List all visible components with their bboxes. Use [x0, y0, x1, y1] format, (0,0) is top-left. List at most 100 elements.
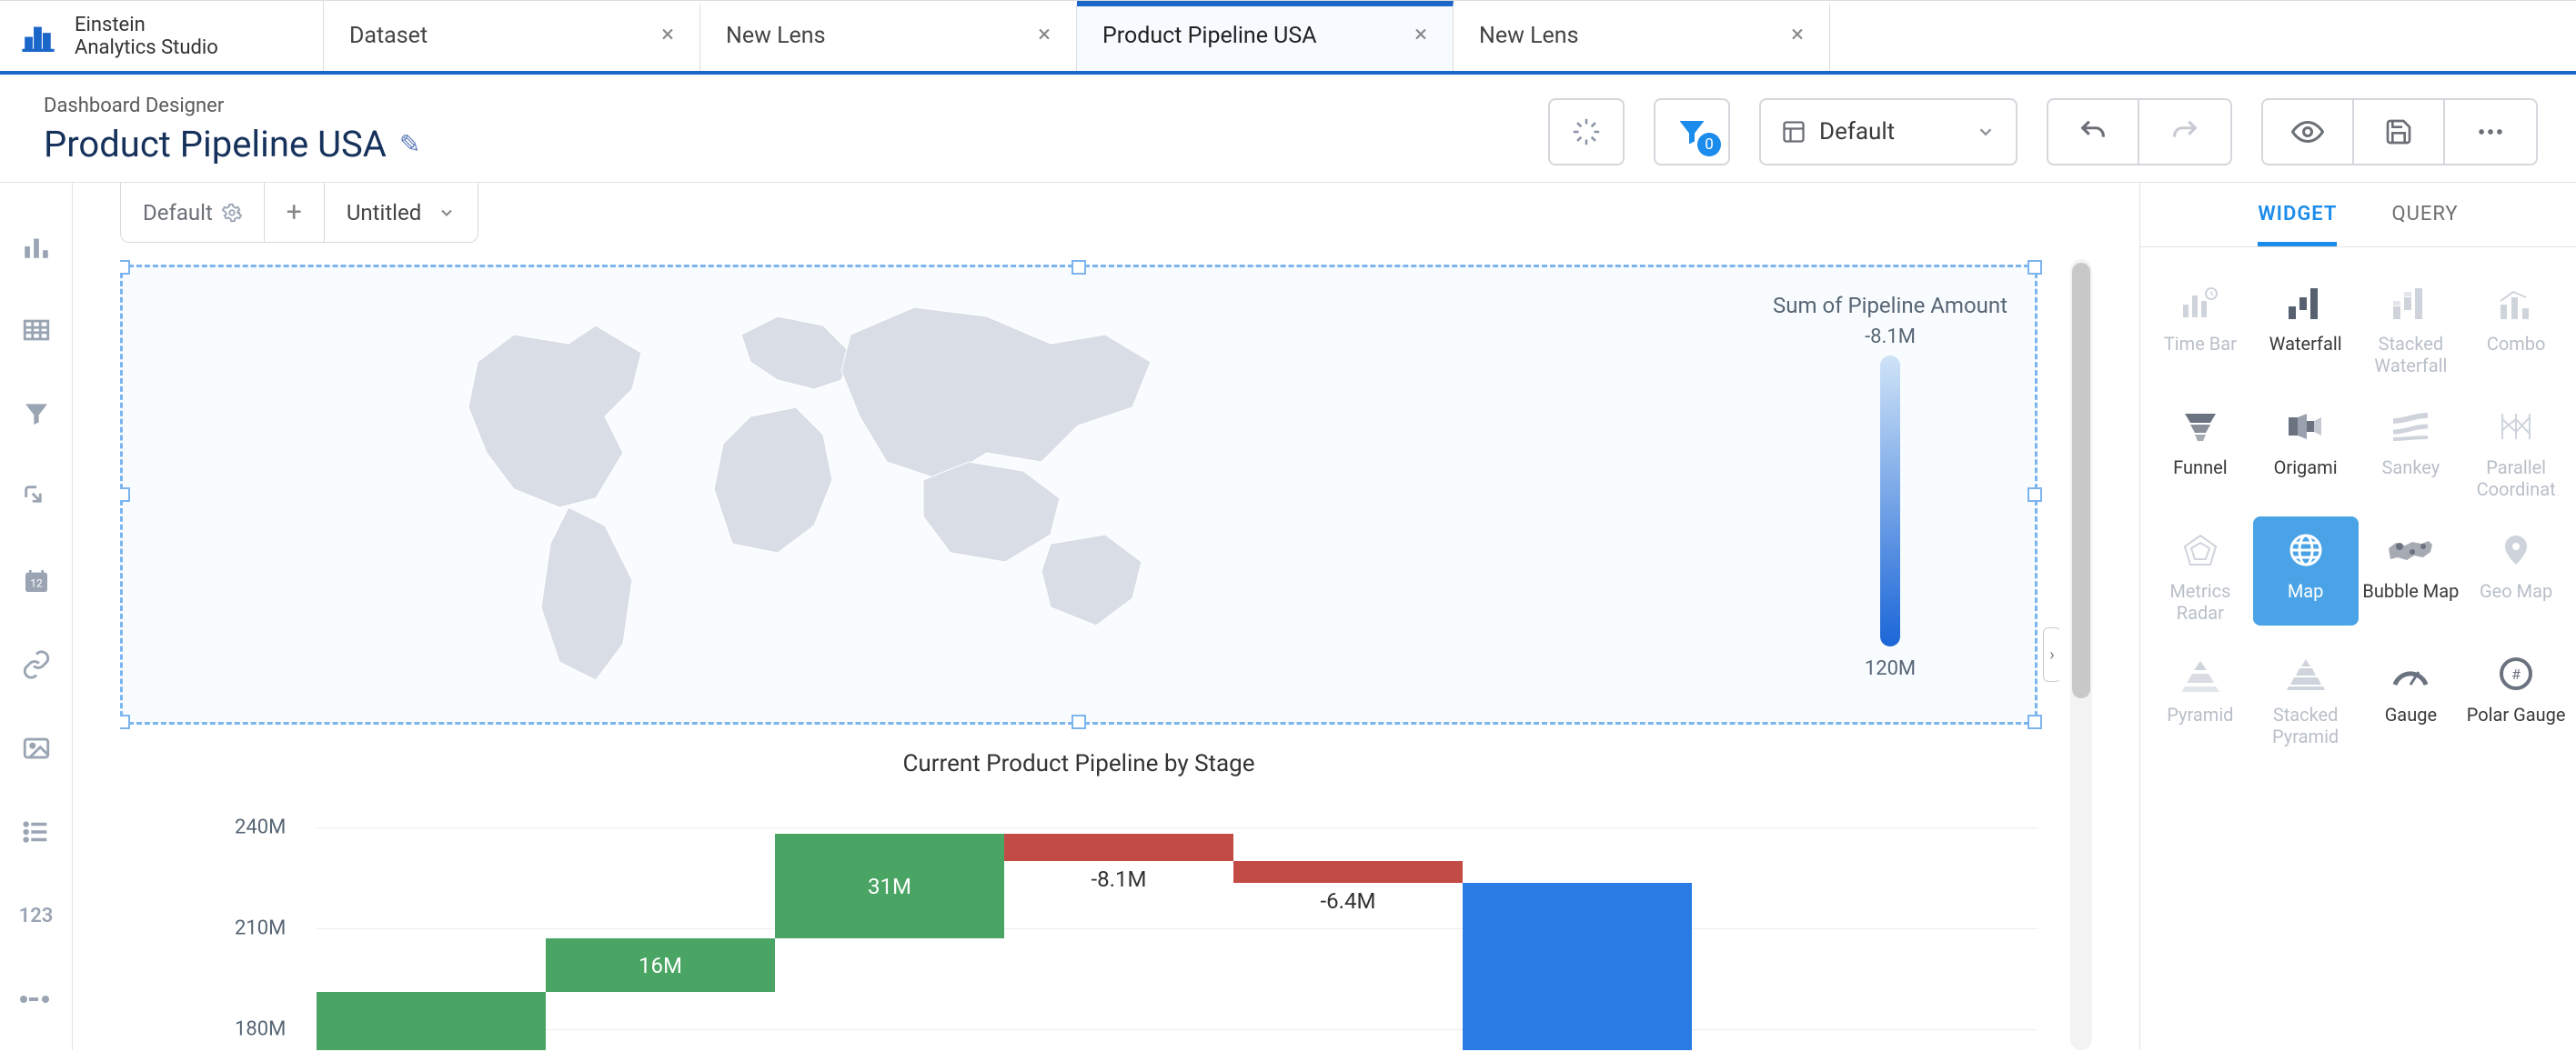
layout-select[interactable]: Default [1759, 98, 2018, 165]
panel-collapse-button[interactable]: › [2043, 627, 2059, 682]
resize-handle[interactable] [2028, 487, 2042, 502]
widget-polar-gauge[interactable]: # Polar Gauge [2463, 640, 2569, 749]
preview-button[interactable] [2263, 100, 2354, 164]
widget-gauge[interactable]: Gauge [2359, 640, 2464, 749]
resize-handle[interactable] [120, 715, 130, 729]
layout-icon [1781, 119, 1806, 145]
waterfall-bar[interactable]: -8.1M [1004, 834, 1233, 861]
resize-handle[interactable] [120, 260, 130, 275]
widget-parallel-coordinates[interactable]: Parallel Coordinat [2463, 393, 2569, 502]
widget-label: Geo Map [2480, 580, 2552, 602]
page-tabs: Default + Untitled [120, 183, 478, 243]
layout-label: Default [1819, 118, 1895, 145]
widget-stacked-waterfall[interactable]: Stacked Waterfall [2359, 269, 2464, 378]
widget-waterfall[interactable]: Waterfall [2253, 269, 2359, 378]
page-title: Product Pipeline USA [44, 123, 387, 165]
widget-bubble-map[interactable]: Bubble Map [2359, 516, 2464, 626]
right-panel: WIDGET QUERY Time Bar Waterfall Stacked … [2139, 183, 2576, 1050]
widget-label: Time Bar [2164, 333, 2237, 355]
view-save-more-group [2261, 98, 2538, 165]
spark-button[interactable] [1548, 98, 1625, 165]
gear-icon[interactable] [222, 203, 242, 223]
close-icon[interactable]: × [1414, 23, 1427, 46]
widget-label: Waterfall [2269, 333, 2342, 355]
widget-label: Funnel [2173, 456, 2227, 478]
widget-origami[interactable]: Origami [2253, 393, 2359, 502]
container-icon[interactable] [18, 479, 55, 516]
widget-label: Pyramid [2167, 704, 2233, 726]
chart-icon[interactable] [18, 228, 55, 265]
close-icon[interactable]: × [1038, 23, 1051, 46]
resize-handle[interactable] [120, 487, 130, 502]
save-button[interactable] [2354, 100, 2445, 164]
axis-tick-label: 240M [235, 817, 286, 839]
breadcrumb[interactable]: Dashboard Designer [44, 95, 420, 117]
tab-label: New Lens [726, 23, 826, 49]
widget-label: Parallel Coordinat [2463, 456, 2569, 500]
tab-dataset[interactable]: Dataset × [324, 1, 700, 71]
bar-value-label: -6.4M [1233, 883, 1463, 914]
widget-funnel[interactable]: Funnel [2148, 393, 2253, 502]
widget-stacked-pyramid[interactable]: Stacked Pyramid [2253, 640, 2359, 749]
svg-text:#: # [2511, 666, 2521, 683]
waterfall-bar[interactable] [317, 992, 546, 1050]
widget-label: Bubble Map [2362, 580, 2459, 602]
filter-icon[interactable] [18, 396, 55, 432]
page-tab-label: Untitled [347, 200, 421, 225]
widget-metrics-radar[interactable]: Metrics Radar [2148, 516, 2253, 626]
resize-handle[interactable] [2028, 715, 2042, 729]
widget-sankey[interactable]: Sankey [2359, 393, 2464, 502]
legend-max: 120M [1773, 657, 2007, 680]
waterfall-widget[interactable]: Current Product Pipeline by Stage 180M21… [120, 750, 2038, 1050]
app-tabbar: Einstein Analytics Studio Dataset × New … [0, 0, 2576, 75]
widget-label: Stacked Pyramid [2253, 704, 2359, 747]
toggle-icon[interactable] [18, 981, 55, 1017]
widget-label: Sankey [2382, 456, 2440, 478]
table-icon[interactable] [18, 312, 55, 348]
filter-button[interactable]: 0 [1654, 98, 1730, 165]
tab-new-lens-1[interactable]: New Lens × [700, 1, 1077, 71]
world-map [414, 271, 1233, 726]
scrollbar-thumb[interactable] [2072, 263, 2090, 698]
waterfall-bar[interactable]: 31M [775, 834, 1004, 938]
waterfall-bar[interactable] [1463, 883, 1692, 1050]
dashboard-canvas[interactable]: Sum of Pipeline Amount -8.1M 120M Curren… [120, 259, 2059, 1050]
tab-query[interactable]: QUERY [2391, 203, 2458, 246]
link-icon[interactable] [18, 646, 55, 683]
waterfall-plot: 180M210M240M16M31M-8.1M-6.4M [120, 794, 2038, 1050]
widget-map[interactable]: Map [2253, 516, 2359, 626]
more-button[interactable] [2445, 100, 2536, 164]
waterfall-bar[interactable]: 16M [546, 938, 775, 992]
widget-pyramid[interactable]: Pyramid [2148, 640, 2253, 749]
edit-icon[interactable]: ✎ [399, 129, 420, 159]
list-icon[interactable] [18, 814, 55, 850]
close-icon[interactable]: × [661, 23, 674, 46]
tab-widget[interactable]: WIDGET [2258, 203, 2337, 246]
close-icon[interactable]: × [1791, 23, 1804, 46]
waterfall-bar[interactable]: -6.4M [1233, 861, 1463, 883]
widget-geo-map[interactable]: Geo Map [2463, 516, 2569, 626]
widget-label: Metrics Radar [2148, 580, 2253, 624]
widget-label: Polar Gauge [2467, 704, 2566, 726]
tab-new-lens-2[interactable]: New Lens × [1454, 1, 1830, 71]
map-widget[interactable]: Sum of Pipeline Amount -8.1M 120M [120, 265, 2038, 725]
tab-label: Product Pipeline USA [1102, 23, 1317, 49]
app-brand: Einstein Analytics Studio [0, 1, 324, 71]
page-tab-add[interactable]: + [265, 183, 325, 242]
resize-handle[interactable] [2028, 260, 2042, 275]
image-icon[interactable] [18, 730, 55, 766]
widget-combo[interactable]: Combo [2463, 269, 2569, 378]
widget-label: Origami [2274, 456, 2338, 478]
page-tab-untitled[interactable]: Untitled [325, 183, 478, 242]
canvas-area: Default + Untitled [73, 183, 2139, 1050]
canvas-scrollbar[interactable] [2070, 259, 2092, 1050]
page-tab-default[interactable]: Default [121, 183, 265, 242]
date-icon[interactable]: 12 [18, 563, 55, 599]
redo-button[interactable] [2139, 100, 2230, 164]
widget-time-bar[interactable]: Time Bar [2148, 269, 2253, 378]
undo-button[interactable] [2048, 100, 2139, 164]
number-icon[interactable]: 123 [18, 897, 55, 934]
analytics-logo-icon [18, 16, 58, 56]
tab-label: Dataset [349, 23, 428, 49]
tab-product-pipeline-usa[interactable]: Product Pipeline USA × [1077, 1, 1454, 71]
